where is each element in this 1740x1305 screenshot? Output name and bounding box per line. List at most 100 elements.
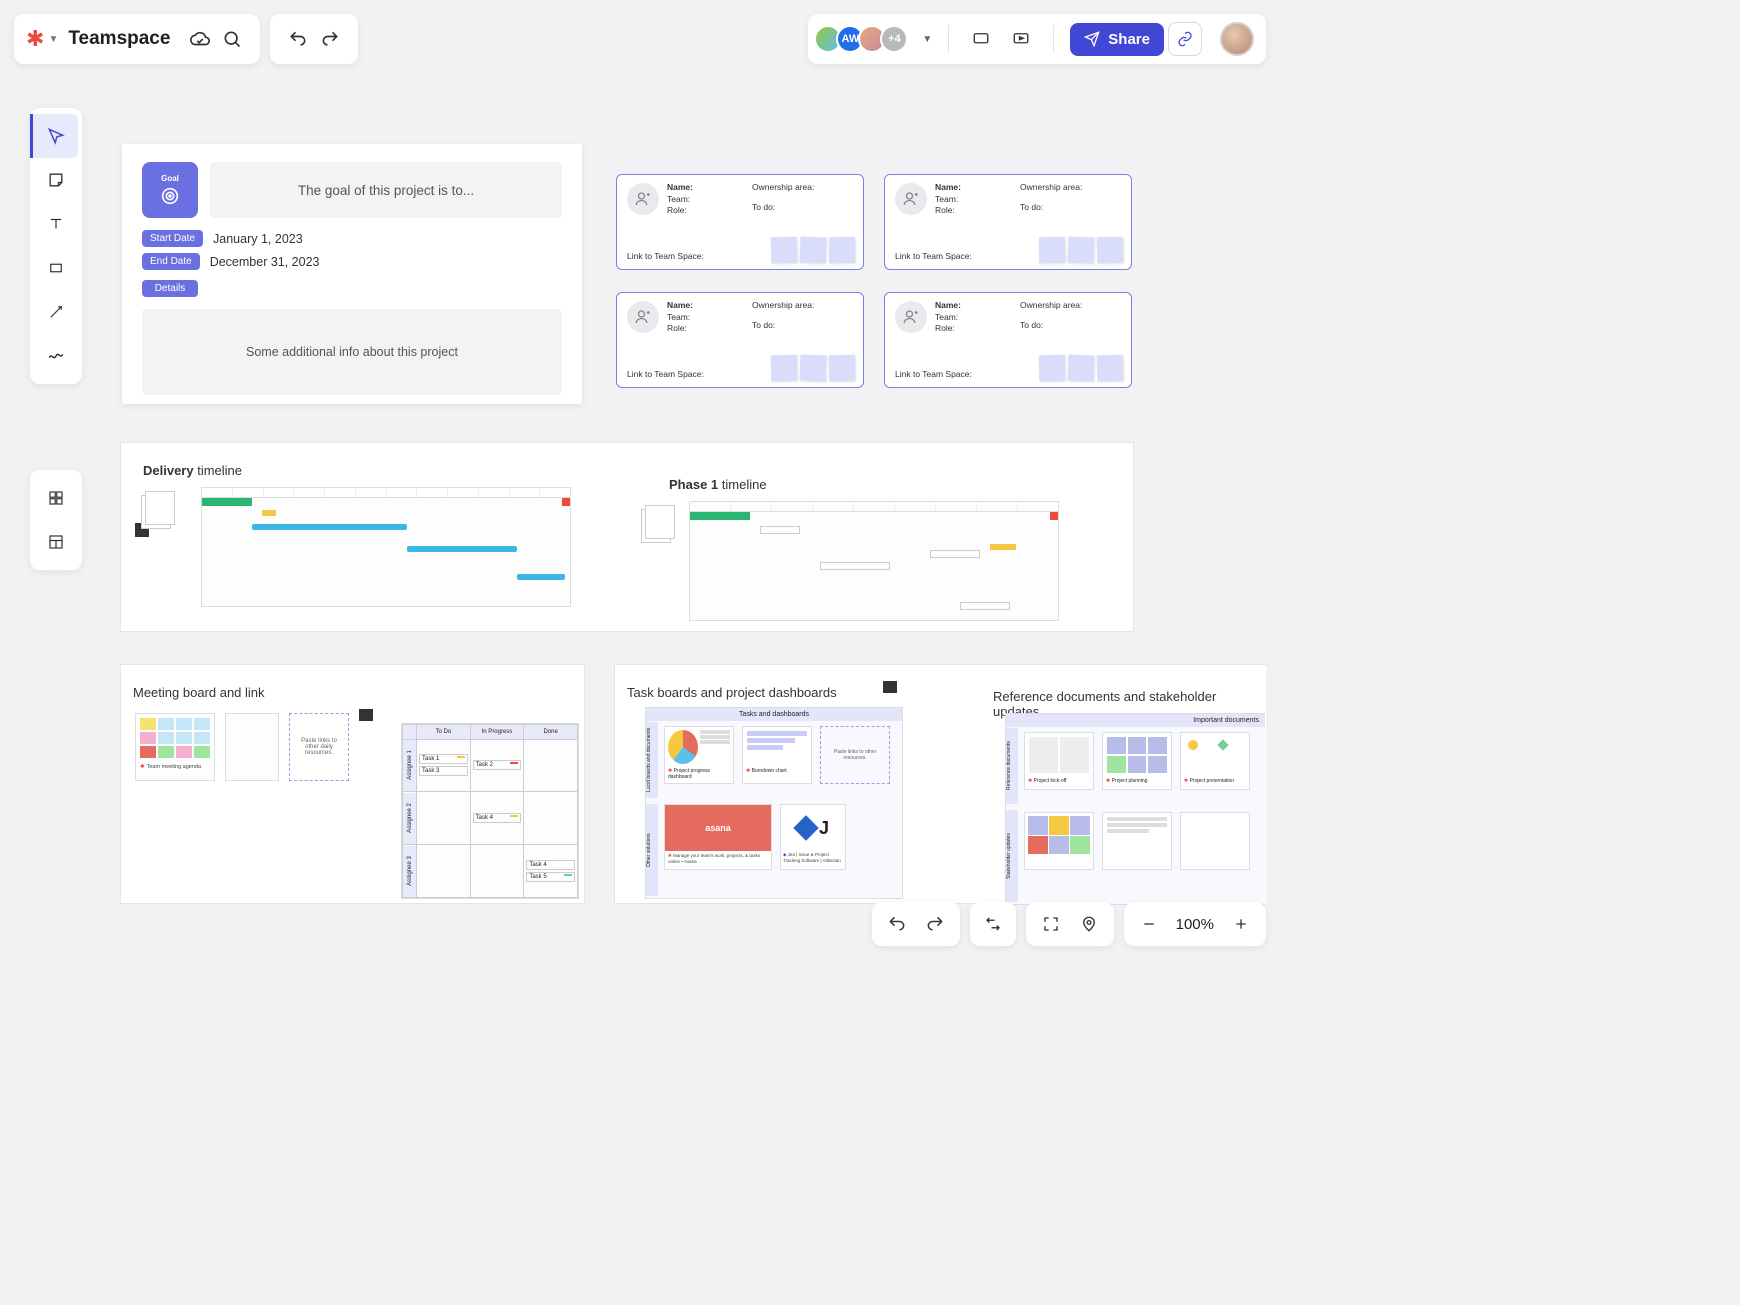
sticky-group[interactable] — [771, 237, 855, 263]
team-label: Team: — [935, 195, 961, 204]
avatar-overflow[interactable]: +4 — [880, 25, 908, 53]
task-card[interactable]: Task 3 — [422, 768, 439, 774]
side-lucid: Lucid boards and documents — [646, 722, 658, 798]
tasks-dashboards-thumb[interactable]: Tasks and dashboards Lucid boards and do… — [645, 707, 903, 899]
reference-docs-thumb[interactable]: Important documents Reference documents … — [1005, 713, 1265, 905]
doc-link-2[interactable]: ✱ Project planning — [1102, 732, 1172, 790]
task-card[interactable]: Task 4 — [476, 815, 493, 821]
phase1-timeline-thumb[interactable] — [689, 501, 1059, 621]
person-card-2[interactable]: Name:Team:Role: Ownership area:To do: Li… — [884, 174, 1132, 270]
zoom-in-button[interactable] — [1222, 905, 1260, 943]
main-toolbar — [30, 108, 82, 384]
sticky-group[interactable] — [1039, 355, 1123, 381]
add-person-icon[interactable] — [895, 301, 927, 333]
undo-button[interactable] — [878, 905, 916, 943]
update-link-2[interactable] — [1102, 812, 1172, 870]
link-team-label: Link to Team Space: — [895, 369, 972, 379]
meeting-board-frame[interactable]: Meeting board and link ✱Team meeting age… — [120, 664, 585, 904]
ref-header: Important documents — [1006, 714, 1265, 727]
asana-link[interactable]: asana ✱ Manage your team's work, project… — [664, 804, 772, 870]
line-tool[interactable] — [34, 290, 78, 334]
location-button[interactable] — [1070, 905, 1108, 943]
task-boards-frame[interactable]: Task boards and project dashboards Tasks… — [614, 664, 1266, 904]
divider — [948, 25, 949, 53]
app-menu-button[interactable]: ✱ ▼ — [26, 26, 58, 52]
meeting-stickies-thumb[interactable]: ✱Team meeting agenda — [135, 713, 215, 781]
col-todo: To Do — [417, 725, 471, 740]
role-label: Role: — [667, 324, 693, 333]
person-card-1[interactable]: Name: Team: Role: Ownership area: To do:… — [616, 174, 864, 270]
todo-label: To do: — [1020, 203, 1082, 212]
side-other: Other solutions — [646, 804, 658, 896]
comments-icon[interactable] — [965, 23, 997, 55]
sticky-group[interactable] — [1039, 237, 1123, 263]
target-icon — [159, 185, 181, 207]
search-icon[interactable] — [216, 23, 248, 55]
cloud-sync-icon[interactable] — [184, 23, 216, 55]
frames-tool[interactable] — [34, 520, 78, 564]
doc-link-3[interactable]: ✱ Project presentation — [1180, 732, 1250, 790]
present-icon[interactable] — [1005, 23, 1037, 55]
task-card[interactable]: Task 4 — [529, 862, 546, 868]
zoom-controls: 100% — [1124, 902, 1266, 946]
task-card[interactable]: Task 2 — [476, 762, 493, 768]
sync-scroll-button[interactable] — [970, 902, 1016, 946]
history-controls — [872, 902, 960, 946]
tasks-panel-header: Tasks and dashboards — [646, 708, 902, 721]
secondary-toolbar — [30, 470, 82, 570]
profile-avatar[interactable] — [1220, 22, 1254, 56]
details-text[interactable]: Some additional info about this project — [142, 309, 562, 395]
shape-tool[interactable] — [34, 246, 78, 290]
sticky-group[interactable] — [771, 355, 855, 381]
todo-label: To do: — [1020, 321, 1082, 330]
collaborator-avatars[interactable]: AW +4 — [820, 25, 908, 53]
person-card-3[interactable]: Name:Team:Role: Ownership area:To do: Li… — [616, 292, 864, 388]
end-date-value[interactable]: December 31, 2023 — [210, 255, 320, 269]
select-tool[interactable] — [30, 114, 78, 158]
paste-links-placeholder[interactable]: Paste links to other resources. — [820, 726, 890, 784]
project-goal-card[interactable]: Goal The goal of this project is to... S… — [122, 144, 582, 404]
name-label: Name: — [667, 301, 693, 310]
role-label: Role: — [667, 206, 693, 215]
share-button[interactable]: Share — [1070, 23, 1164, 56]
task-card[interactable]: Task 1 — [422, 756, 439, 762]
timelines-frame[interactable]: Delivery timeline Phase 1 timeline — [120, 442, 1134, 632]
start-date-value[interactable]: January 1, 2023 — [213, 232, 303, 246]
undo-button[interactable] — [282, 23, 314, 55]
update-link-3[interactable] — [1180, 812, 1250, 870]
add-person-icon[interactable] — [627, 301, 659, 333]
jira-link[interactable]: J ◆ Jira | Issue & Project Tracking Soft… — [780, 804, 846, 870]
name-label: Name: — [667, 183, 693, 192]
sticky-note-tool[interactable] — [34, 158, 78, 202]
name-label: Name: — [935, 183, 961, 192]
zoom-out-button[interactable] — [1130, 905, 1168, 943]
redo-button[interactable] — [916, 905, 954, 943]
page-title[interactable]: Teamspace — [68, 28, 170, 50]
fit-screen-button[interactable] — [1032, 905, 1070, 943]
text-tool[interactable] — [34, 202, 78, 246]
zoom-value[interactable]: 100% — [1168, 916, 1222, 933]
link-team-label: Link to Team Space: — [627, 369, 704, 379]
kanban-thumb[interactable]: To Do In Progress Done Assignee 1 Task 1… — [401, 723, 579, 899]
redo-button[interactable] — [314, 23, 346, 55]
delivery-timeline-thumb[interactable] — [201, 487, 571, 607]
team-label: Team: — [935, 313, 961, 322]
add-person-icon[interactable] — [627, 183, 659, 215]
team-label: Team: — [667, 313, 693, 322]
meeting-doc-thumb[interactable] — [225, 713, 279, 781]
phase1-timeline-title: Phase 1 timeline — [669, 477, 767, 492]
end-date-chip: End Date — [142, 253, 200, 270]
goal-text[interactable]: The goal of this project is to... — [210, 162, 562, 218]
paste-links-placeholder[interactable]: Paste links to other daily resources. — [289, 713, 349, 781]
freehand-tool[interactable] — [34, 334, 78, 378]
dashboard-link-1[interactable]: ✱ Project progress dashboard — [664, 726, 734, 784]
more-shapes-tool[interactable] — [34, 476, 78, 520]
doc-link-1[interactable]: ✱ Project kick-off — [1024, 732, 1094, 790]
dashboard-link-2[interactable]: ✱ Burndown chart — [742, 726, 812, 784]
chevron-down-icon[interactable]: ▼ — [922, 34, 932, 45]
person-card-4[interactable]: Name:Team:Role: Ownership area:To do: Li… — [884, 292, 1132, 388]
add-person-icon[interactable] — [895, 183, 927, 215]
copy-link-button[interactable] — [1168, 22, 1202, 56]
update-link-1[interactable] — [1024, 812, 1094, 870]
task-card[interactable]: Task 5 — [529, 874, 546, 880]
